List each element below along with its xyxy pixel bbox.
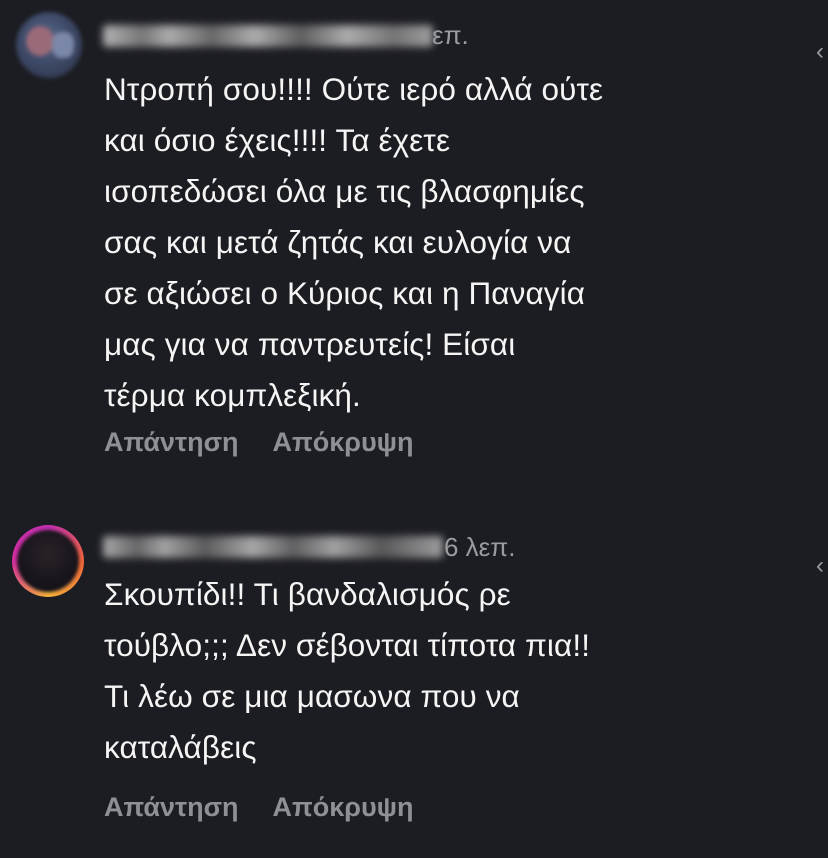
username-blurred[interactable] <box>103 25 433 47</box>
comment-text: Σκουπίδι!! Τι βανδαλισμός ρε τούβλο;;; Δ… <box>104 576 591 765</box>
comment-actions: Απάντηση Απόκρυψη <box>104 427 414 458</box>
hide-button[interactable]: Απόκρυψη <box>273 792 414 823</box>
comment-timestamp: 6 λεπ. <box>444 532 516 562</box>
hide-button[interactable]: Απόκρυψη <box>273 427 414 458</box>
reply-button[interactable]: Απάντηση <box>104 792 239 823</box>
username-blurred[interactable] <box>103 536 443 558</box>
avatar[interactable] <box>12 525 84 597</box>
avatar[interactable] <box>16 12 82 78</box>
chevron-left-icon[interactable]: ‹ <box>816 554 828 578</box>
comment-actions: Απάντηση Απόκρυψη <box>104 792 414 823</box>
comment-timestamp: επ. <box>432 20 469 50</box>
reply-button[interactable]: Απάντηση <box>104 427 239 458</box>
chevron-left-icon[interactable]: ‹ <box>816 40 828 64</box>
comment-text: Ντροπή σου!!!! Ούτε ιερό αλλά ούτε και ό… <box>104 71 604 413</box>
